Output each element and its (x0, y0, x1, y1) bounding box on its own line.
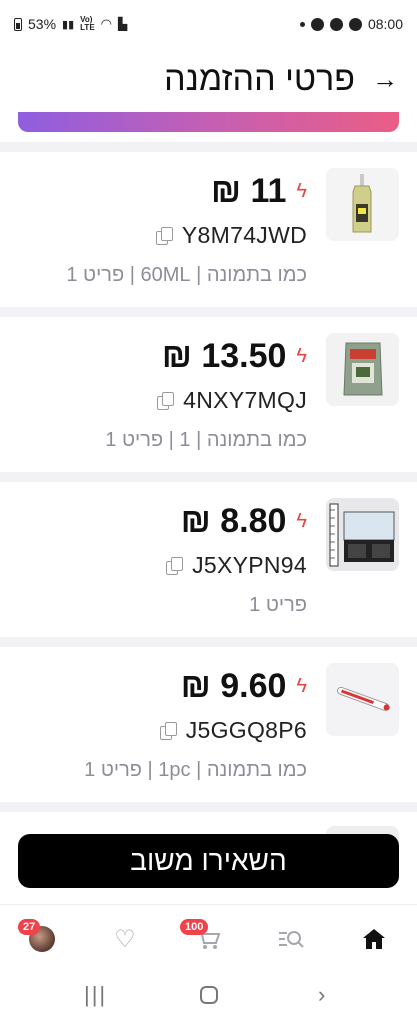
price-row: ϟ 8.80 ₪ (181, 502, 307, 541)
price-row: ϟ 13.50 ₪ (162, 337, 307, 376)
flash-deal-icon: ϟ (296, 675, 307, 697)
back-button-icon[interactable]: › (318, 982, 325, 1008)
flash-deal-icon: ϟ (296, 510, 307, 532)
nav-wishlist[interactable]: ♡ (109, 923, 141, 955)
item-variant: כמו בתמונה | 60ML | פריט 1 (66, 264, 307, 286)
item-price: 11 ₪ (210, 172, 287, 210)
aquarium-image[interactable] (326, 498, 399, 571)
sim-icon: ▙ (118, 17, 128, 31)
gradient-banner (18, 112, 399, 132)
status-right: 08:00 (299, 16, 403, 32)
flash-deal-icon: ϟ (296, 180, 307, 202)
volte-indicator: Vo) LTE (80, 16, 95, 32)
profile-badge: 27 (18, 919, 41, 935)
sku-row: Y8M74JWD (155, 222, 307, 249)
copy-icon[interactable] (157, 391, 175, 410)
lte-label: LTE (80, 23, 95, 32)
order-item[interactable]: ϟ 9.60 ₪ J5GGQ8P6 כמו בתמונה | 1pc | פרי… (0, 647, 417, 802)
sku-row: 4NXY7MQJ (157, 387, 307, 414)
item-price: 8.80 ₪ (180, 502, 287, 540)
wifi-icon: ◠ (100, 16, 112, 31)
status-left: 53% ▮▮ Vo) LTE ◠ ▙ (14, 16, 127, 32)
back-arrow-icon[interactable]: → (372, 64, 398, 95)
item-price: 9.60 ₪ (180, 667, 287, 705)
item-sku: Y8M74JWD (181, 222, 307, 248)
heart-icon: ♡ (114, 925, 136, 953)
nav-home[interactable] (358, 923, 390, 955)
order-item[interactable]: ϟ 13.50 ₪ 4NXY7MQJ כמו בתמונה | 1 | פריט… (0, 317, 417, 472)
item-sku: J5XYPN94 (192, 552, 307, 578)
dnd-icon (310, 17, 324, 31)
item-variant: כמו בתמונה | 1 | פריט 1 (105, 429, 307, 451)
copy-icon[interactable] (155, 226, 173, 245)
nav-categories[interactable] (275, 923, 307, 955)
home-button-icon[interactable] (200, 986, 218, 1004)
status-bar: 53% ▮▮ Vo) LTE ◠ ▙ 08:00 (0, 0, 417, 48)
price-row: ϟ 11 ₪ (211, 172, 307, 211)
cart-badge: 100 (180, 919, 209, 935)
battery-percent: 53% (28, 16, 57, 32)
page-header: → פרטי ההזמנה (0, 48, 417, 112)
item-sku: J5GGQ8P6 (185, 717, 307, 743)
system-nav-bar: ||| › (0, 968, 417, 1024)
thermometer-image[interactable] (326, 663, 399, 736)
banner-strip (0, 112, 417, 142)
nav-profile[interactable]: 27 (18, 919, 58, 955)
item-variant: כמו בתמונה | 1pc | פריט 1 (84, 759, 307, 781)
sku-row: J5XYPN94 (166, 552, 307, 579)
page-title: פרטי ההזמנה (164, 60, 355, 98)
home-icon (363, 929, 385, 949)
copy-icon[interactable] (159, 721, 177, 740)
recents-icon[interactable]: ||| (84, 982, 107, 1008)
pouch-image[interactable] (326, 333, 399, 406)
order-item[interactable]: ϟ 8.80 ₪ J5XYPN94 פריט 1 (0, 482, 417, 637)
search-list-icon (279, 931, 304, 948)
nav-cart[interactable]: 100 (180, 919, 224, 955)
item-price: 13.50 ₪ (161, 337, 287, 375)
order-item[interactable]: ϟ 11 ₪ Y8M74JWD כמו בתמונה | 60ML | פריט… (0, 152, 417, 307)
copy-icon[interactable] (166, 556, 184, 575)
price-row: ϟ 9.60 ₪ (181, 667, 307, 706)
item-variant: פריט 1 (249, 594, 307, 616)
battery-icon (14, 17, 22, 31)
whatsapp-icon (329, 17, 343, 31)
leave-feedback-button[interactable]: השאירו משוב (18, 834, 399, 888)
notification-dot-icon (299, 21, 305, 27)
clock: 08:00 (367, 16, 403, 32)
signal-icon: ▮▮ (62, 18, 75, 31)
item-sku: 4NXY7MQJ (183, 387, 307, 413)
flash-deal-icon: ϟ (296, 345, 307, 367)
sku-row: J5GGQ8P6 (159, 717, 307, 744)
bottom-nav: 27 ♡ 100 (0, 904, 417, 968)
cloud-icon (348, 17, 362, 31)
glue-bottle-image[interactable] (326, 168, 399, 241)
